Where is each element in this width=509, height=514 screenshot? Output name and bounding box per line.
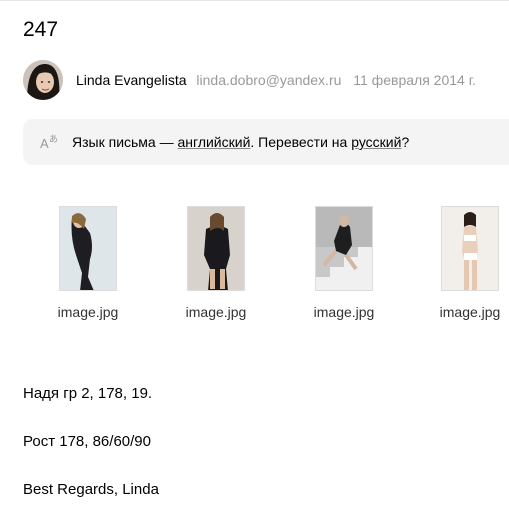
- attachment-item[interactable]: image.jpg: [294, 206, 394, 321]
- translate-prefix: Язык письма —: [72, 134, 178, 150]
- attachment-name[interactable]: image.jpg: [166, 303, 266, 321]
- attachment-name[interactable]: image.jpg: [420, 303, 509, 321]
- sender-avatar[interactable]: [23, 60, 63, 100]
- svg-text:あ: あ: [49, 134, 58, 144]
- sender-email[interactable]: linda.dobro@yandex.ru: [196, 72, 341, 88]
- attachment-name[interactable]: image.jpg: [294, 303, 394, 321]
- svg-text:A: A: [40, 136, 49, 151]
- email-view: 247 Linda Evangelista linda.dobro@yandex…: [0, 0, 509, 514]
- attachment-item[interactable]: image.jpg: [38, 206, 138, 321]
- body-paragraph: Рост 178, 86/60/90: [23, 433, 151, 450]
- translate-text: Язык письма — английский. Перевести на р…: [72, 133, 409, 151]
- body-paragraph: Надя гр 2, 178, 19.: [23, 385, 153, 402]
- sender-info: Linda Evangelista linda.dobro@yandex.ru …: [76, 71, 476, 89]
- email-subject: 247: [23, 18, 59, 41]
- translate-banner: A あ Язык письма — английский. Перевести …: [23, 119, 509, 165]
- message-date: 11 февраля 2014 г.: [353, 72, 476, 88]
- body-signature: Best Regards, Linda: [23, 481, 159, 498]
- translate-icon: A あ: [40, 134, 58, 151]
- divider: [0, 0, 509, 1]
- translate-to-link[interactable]: русский: [351, 134, 401, 150]
- sender-name[interactable]: Linda Evangelista: [76, 72, 187, 88]
- translate-suffix: ?: [401, 134, 410, 150]
- source-language-link[interactable]: английский: [178, 134, 251, 150]
- avatar-photo: [23, 60, 63, 100]
- attachment-thumbnail[interactable]: [187, 206, 245, 291]
- attachment-thumbnail[interactable]: [315, 206, 373, 291]
- attachment-item[interactable]: image.jpg: [420, 206, 509, 321]
- attachment-name[interactable]: image.jpg: [38, 303, 138, 321]
- attachment-item[interactable]: image.jpg: [166, 206, 266, 321]
- attachment-thumbnail[interactable]: [441, 206, 499, 291]
- translate-middle: . Перевести на: [250, 134, 352, 150]
- attachment-thumbnail[interactable]: [59, 206, 117, 291]
